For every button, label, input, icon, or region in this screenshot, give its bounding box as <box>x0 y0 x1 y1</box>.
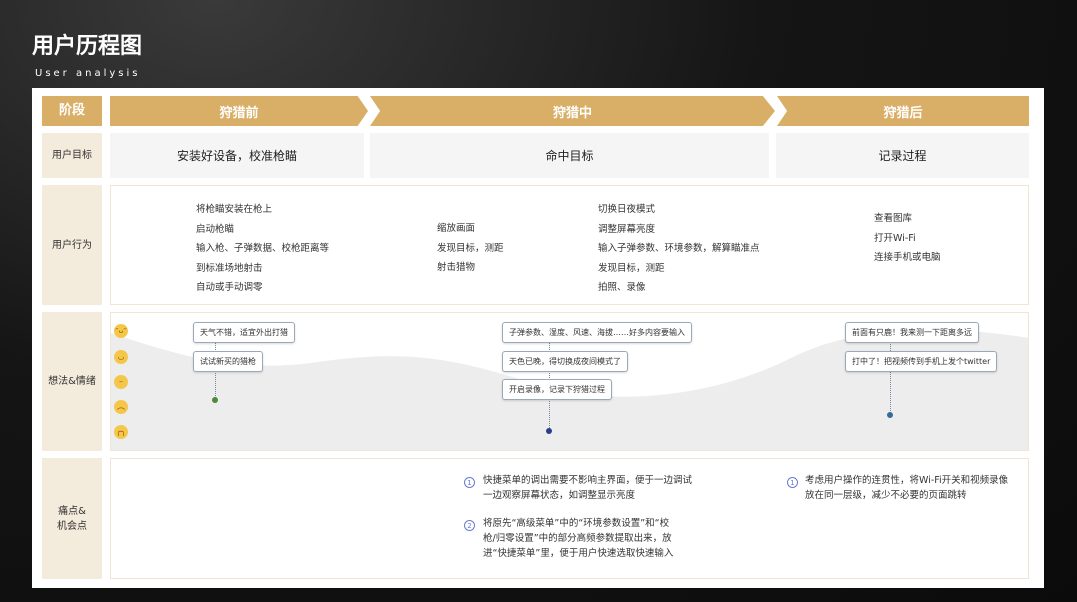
thought-bubble: 子弹参数、湿度、风速、海拔……好多内容要输入 <box>502 322 692 343</box>
behavior-item: 发现目标，测距 <box>598 262 665 274</box>
goal-before: 安装好设备，校准枪瞄 <box>110 133 364 178</box>
behavior-list-during-b: 切换日夜模式 调整屏幕亮度 输入子弹参数、环境参数，解算瞄准点 发现目标，测距 … <box>598 200 760 298</box>
thought-bubble: 天气不错，适宜外出打猎 <box>193 322 295 343</box>
pain-line: 考虑用户操作的连贯性，将Wi-Fi开关和视频录像 <box>805 475 1009 486</box>
emotion-point-before <box>212 397 218 403</box>
behavior-item: 调整屏幕亮度 <box>598 223 656 235</box>
behavior-list-during-a: 缩放画面 发现目标，测距 射击猎物 <box>437 219 504 278</box>
pain-point-item: 将原先“高级菜单”中的“环境参数设置”和“校 枪/归零设置”中的部分高频参数提取… <box>483 516 673 561</box>
neutral-face-icon: – <box>114 375 128 389</box>
happy-face-icon: ◡ <box>114 350 128 364</box>
pain-point-item: 快捷菜单的调出需要不影响主界面，便于一边调试 一边观察屏幕状态，如调整显示亮度 <box>483 473 692 503</box>
pain-number: 1 <box>464 477 475 488</box>
thought-bubble: 天色已晚，得切换成夜间模式了 <box>502 351 628 372</box>
goal-label: 用户目标 <box>42 133 102 178</box>
behavior-item: 查看图库 <box>874 213 913 224</box>
goal-during: 命中目标 <box>370 133 769 178</box>
behavior-item: 将枪瞄安装在枪上 <box>196 204 273 215</box>
pain-line: 放在同一层级，减少不必要的页面跳转 <box>805 490 967 501</box>
phase-before: 狩猎前 <box>110 96 368 126</box>
pain-number: 1 <box>787 477 798 488</box>
pain-point-item: 考虑用户操作的连贯性，将Wi-Fi开关和视频录像 放在同一层级，减少不必要的页面… <box>805 473 1008 503</box>
thought-bubble: 打中了！把视频传到手机上发个twitter <box>845 351 998 372</box>
behavior-label: 用户行为 <box>42 185 102 305</box>
stage-label: 阶段 <box>42 96 102 126</box>
behavior-item: 射击猎物 <box>437 262 476 273</box>
goal-after: 记录过程 <box>776 133 1029 178</box>
unhappy-face-icon: ︵ <box>114 400 128 414</box>
behavior-list-after: 查看图库 打开Wi-Fi 连接手机或电脑 <box>874 209 941 268</box>
behavior-item: 到标准场地射击 <box>196 262 263 274</box>
behavior-list-before: 将枪瞄安装在枪上 启动枪瞄 输入枪、子弹数据、校枪距离等 到标准场地射击 自动或… <box>196 200 329 298</box>
pain-line: 一边观察屏幕状态，如调整显示亮度 <box>483 490 636 501</box>
thought-bubble: 开启录像，记录下狩猎过程 <box>502 379 612 400</box>
pain-line: 枪/归零设置”中的部分高频参数提取出来，放 <box>483 533 672 544</box>
behavior-item: 发现目标，测距 <box>437 242 504 254</box>
phase-during: 狩猎中 <box>370 96 775 126</box>
sad-face-icon: ╭╮ <box>114 425 128 439</box>
behavior-item: 打开Wi-Fi <box>874 232 916 244</box>
behavior-item: 缩放画面 <box>437 223 476 234</box>
pain-line: 快捷菜单的调出需要不影响主界面，便于一边调试 <box>483 475 693 486</box>
behavior-item: 自动或手动调零 <box>196 282 263 293</box>
behavior-item: 输入枪、子弹数据、校枪距离等 <box>196 243 330 254</box>
thought-bubble: 前面有只鹿！我来测一下距离多远 <box>845 322 979 343</box>
emotion-label: 想法&情绪 <box>42 312 102 451</box>
pain-line: 将原先“高级菜单”中的“环境参数设置”和“校 <box>483 518 670 529</box>
behavior-item: 拍照、录像 <box>598 282 646 293</box>
page-subtitle: User analysis <box>35 68 141 79</box>
thought-bubble: 试试新买的猎枪 <box>193 351 263 372</box>
pain-line: 进“快捷菜单”里，便于用户快速选取快速输入 <box>483 548 674 559</box>
pain-number: 2 <box>464 520 475 531</box>
phase-after: 狩猎后 <box>777 96 1029 126</box>
emotion-point-after <box>887 412 893 418</box>
very-happy-face-icon: ᵔᴗᵔ <box>114 324 128 338</box>
behavior-item: 启动枪瞄 <box>196 223 235 235</box>
page-title: 用户历程图 <box>32 34 143 59</box>
pain-label: 痛点& 机会点 <box>42 458 102 579</box>
pain-label-line: 机会点 <box>57 520 87 532</box>
pain-label-line: 痛点& <box>58 505 86 517</box>
behavior-item: 连接手机或电脑 <box>874 252 941 263</box>
behavior-item: 输入子弹参数、环境参数，解算瞄准点 <box>598 243 760 254</box>
behavior-item: 切换日夜模式 <box>598 204 656 215</box>
emotion-point-during <box>546 428 552 434</box>
